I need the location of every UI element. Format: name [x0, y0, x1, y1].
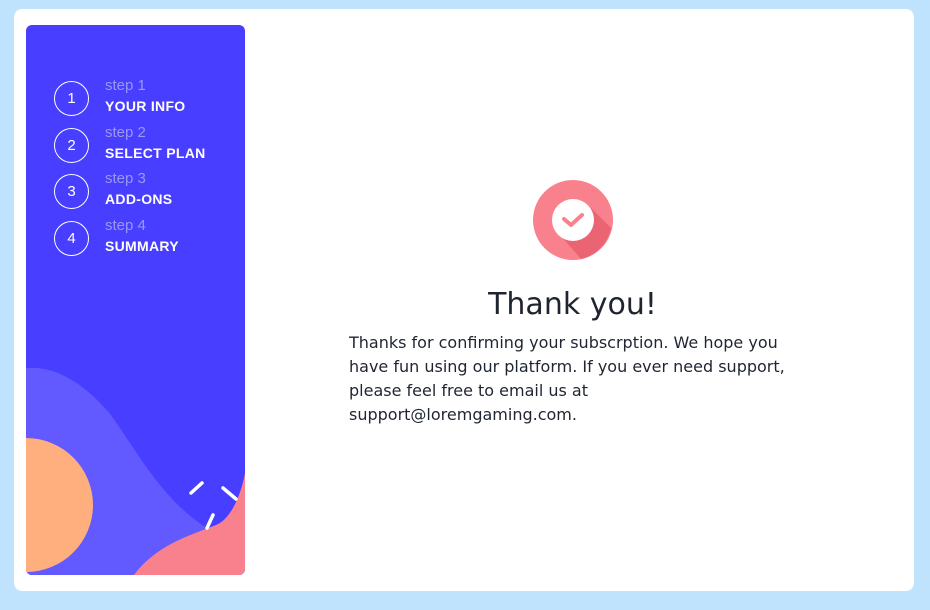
step-title: YOUR INFO [105, 98, 186, 114]
step-title: ADD-ONS [105, 191, 173, 207]
step-item-4[interactable]: 4 step 4 SUMMARY [54, 217, 244, 260]
thank-you-message: Thanks for confirming your subscrption. … [349, 333, 785, 424]
step-number: 2 [54, 128, 89, 163]
step-item-1[interactable]: 1 step 1 YOUR INFO [54, 77, 244, 120]
step-label: step 2 [105, 124, 146, 141]
step-label: step 1 [105, 77, 146, 94]
step-title: SELECT PLAN [105, 145, 206, 161]
step-label: step 3 [105, 170, 146, 187]
thank-you-panel: Thank you! Thanks for confirming your su… [245, 25, 900, 575]
step-title: SUMMARY [105, 238, 179, 254]
step-label: step 4 [105, 217, 146, 234]
step-number: 3 [54, 174, 89, 209]
steps-sidebar: 1 step 1 YOUR INFO 2 step 2 SELECT PLAN … [26, 25, 245, 575]
step-item-2[interactable]: 2 step 2 SELECT PLAN [54, 124, 244, 167]
checkmark-icon [533, 180, 613, 260]
step-number: 1 [54, 81, 89, 116]
step-item-3[interactable]: 3 step 3 ADD-ONS [54, 170, 244, 213]
step-number: 4 [54, 221, 89, 256]
thank-you-title: Thank you! [488, 287, 657, 322]
